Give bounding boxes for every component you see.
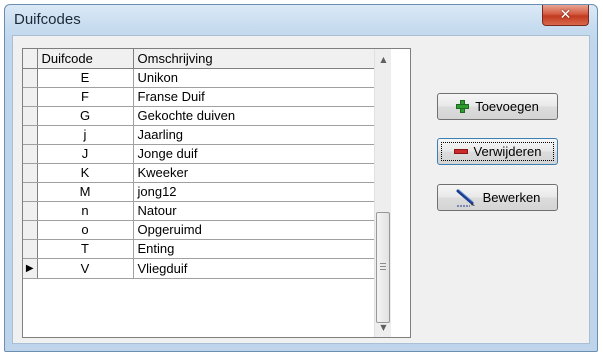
dialog-body: Duifcode Omschrijving E Unikon F Franse … xyxy=(12,35,590,344)
column-header-duifcode[interactable]: Duifcode xyxy=(37,49,134,69)
row-selector[interactable] xyxy=(23,163,38,183)
duifcodes-window: Duifcodes ✕ Duifcode Omschrijving E Unik… xyxy=(4,4,598,352)
table-row[interactable]: F Franse Duif xyxy=(23,87,375,107)
row-selector[interactable] xyxy=(23,144,38,164)
pen-icon xyxy=(456,189,475,206)
thumb-grip-icon xyxy=(380,263,386,270)
table-row[interactable]: j Jaarling xyxy=(23,125,375,145)
cell-omschrijving[interactable]: Enting xyxy=(133,239,375,259)
cell-duifcode[interactable]: V xyxy=(37,258,134,279)
table-row[interactable]: J Jonge duif xyxy=(23,144,375,164)
scroll-down-button[interactable]: ▼ xyxy=(375,319,392,336)
plus-icon xyxy=(456,100,470,113)
cell-duifcode[interactable]: F xyxy=(37,87,134,107)
cell-duifcode[interactable]: J xyxy=(37,144,134,164)
table-row[interactable]: M jong12 xyxy=(23,182,375,202)
row-selector[interactable] xyxy=(23,239,38,259)
vertical-scrollbar[interactable]: ▲ ▼ xyxy=(374,49,391,337)
row-selector[interactable] xyxy=(23,220,38,240)
add-button[interactable]: Toevoegen xyxy=(437,93,558,120)
row-selector[interactable] xyxy=(23,201,38,221)
column-header-omschrijving[interactable]: Omschrijving xyxy=(133,49,375,69)
row-selector[interactable] xyxy=(23,68,38,88)
table-row[interactable]: K Kweeker xyxy=(23,163,375,183)
table-row[interactable]: o Opgeruimd xyxy=(23,220,375,240)
cell-omschrijving[interactable]: Kweeker xyxy=(133,163,375,183)
table-row[interactable]: n Natour xyxy=(23,201,375,221)
table-row-current[interactable]: ▶ V Vliegduif xyxy=(23,258,375,279)
table-row[interactable]: E Unikon xyxy=(23,68,375,88)
close-button[interactable]: ✕ xyxy=(542,5,589,26)
current-row-pointer-icon: ▶ xyxy=(25,262,34,274)
cell-duifcode[interactable]: T xyxy=(37,239,134,259)
cell-duifcode[interactable]: G xyxy=(37,106,134,126)
delete-button-label: Verwijderen xyxy=(473,144,542,159)
cell-duifcode[interactable]: E xyxy=(37,68,134,88)
cell-omschrijving[interactable]: jong12 xyxy=(133,182,375,202)
cell-omschrijving[interactable]: Jaarling xyxy=(133,125,375,145)
duifcodes-grid[interactable]: Duifcode Omschrijving E Unikon F Franse … xyxy=(22,48,411,338)
close-icon: ✕ xyxy=(559,7,572,23)
cell-omschrijving[interactable]: Jonge duif xyxy=(133,144,375,164)
row-selector[interactable] xyxy=(23,182,38,202)
cell-omschrijving[interactable]: Franse Duif xyxy=(133,87,375,107)
edit-button-label: Bewerken xyxy=(482,190,541,205)
edit-button[interactable]: Bewerken xyxy=(437,184,558,211)
header-corner xyxy=(23,49,38,69)
cell-duifcode[interactable]: K xyxy=(37,163,134,183)
cell-duifcode[interactable]: M xyxy=(37,182,134,202)
window-title: Duifcodes xyxy=(14,11,81,28)
grid-table: Duifcode Omschrijving E Unikon F Franse … xyxy=(23,49,375,279)
table-row[interactable]: T Enting xyxy=(23,239,375,259)
row-selector[interactable] xyxy=(23,125,38,145)
add-button-label: Toevoegen xyxy=(475,99,539,114)
cell-duifcode[interactable]: n xyxy=(37,201,134,221)
scroll-up-button[interactable]: ▲ xyxy=(375,51,392,68)
cell-duifcode[interactable]: o xyxy=(37,220,134,240)
grid-header-row: Duifcode Omschrijving xyxy=(23,49,375,69)
cell-duifcode[interactable]: j xyxy=(37,125,134,145)
row-selector[interactable] xyxy=(23,106,38,126)
minus-icon xyxy=(453,149,468,154)
delete-button[interactable]: Verwijderen xyxy=(437,138,558,165)
cell-omschrijving[interactable]: Gekochte duiven xyxy=(133,106,375,126)
cell-omschrijving[interactable]: Unikon xyxy=(133,68,375,88)
cell-omschrijving[interactable]: Opgeruimd xyxy=(133,220,375,240)
cell-omschrijving[interactable]: Vliegduif xyxy=(133,258,375,279)
title-bar[interactable]: Duifcodes ✕ xyxy=(5,5,597,35)
cell-omschrijving[interactable]: Natour xyxy=(133,201,375,221)
row-selector-current[interactable]: ▶ xyxy=(23,258,38,279)
table-row[interactable]: G Gekochte duiven xyxy=(23,106,375,126)
row-selector[interactable] xyxy=(23,87,38,107)
scroll-thumb[interactable] xyxy=(376,212,390,323)
